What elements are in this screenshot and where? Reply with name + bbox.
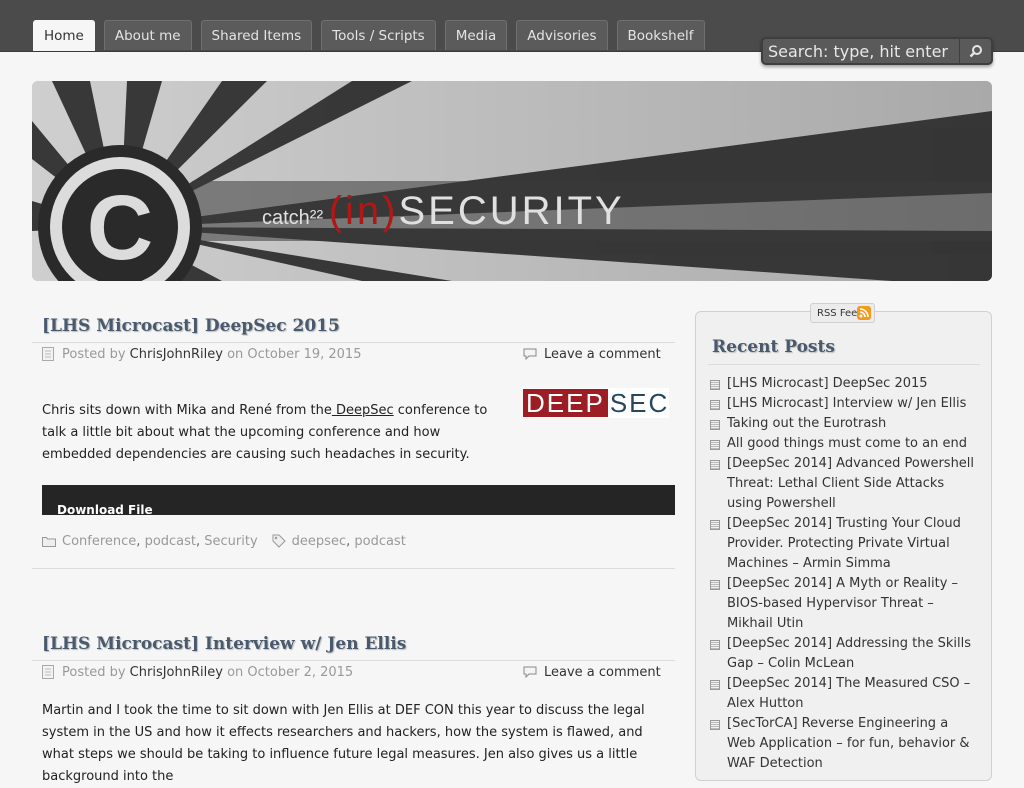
post-title-rule <box>32 342 675 343</box>
recent-post-item: [DeepSec 2014] Trusting Your Cloud Provi… <box>710 514 975 574</box>
post-meta: Posted by ChrisJohnRiley on October 19, … <box>42 345 361 363</box>
bullet-icon <box>710 460 720 470</box>
recent-post-item: [SecTorCA] Reverse Engineering a Web App… <box>710 714 975 774</box>
post-divider <box>32 568 675 569</box>
deepsec-logo-left: DEEP <box>523 389 608 417</box>
post-article: [LHS Microcast] DeepSec 2015 <box>42 316 675 336</box>
post-excerpt: Martin and I took the time to sit down w… <box>42 703 645 784</box>
category-link[interactable]: podcast <box>145 534 196 549</box>
recent-post-link[interactable]: [DeepSec 2014] Trusting Your Cloud Provi… <box>727 516 961 571</box>
deepsec-logo-right: SEC <box>609 388 670 418</box>
tab-tools-scripts[interactable]: Tools / Scripts <box>321 20 436 50</box>
recent-post-link[interactable]: [LHS Microcast] DeepSec 2015 <box>727 376 928 391</box>
tab-shared-items[interactable]: Shared Items <box>200 20 313 50</box>
recent-post-item: [LHS Microcast] Interview w/ Jen Ellis <box>710 394 975 414</box>
bullet-icon <box>710 680 720 690</box>
leave-comment-link[interactable]: Leave a comment <box>544 665 661 680</box>
tab-about-me[interactable]: About me <box>103 20 192 50</box>
post-article: [LHS Microcast] Interview w/ Jen Ellis <box>42 634 675 654</box>
bullet-icon <box>710 440 720 450</box>
post-excerpt: Chris sits down with Mika and René from … <box>42 400 504 466</box>
post-author-link[interactable]: ChrisJohnRiley <box>130 665 223 680</box>
recent-post-item: All good things must come to an end <box>710 434 975 454</box>
post-title[interactable]: [LHS Microcast] Interview w/ Jen Ellis <box>42 634 675 654</box>
recent-post-link[interactable]: [SecTorCA] Reverse Engineering a Web App… <box>727 716 970 771</box>
post-date: October 19, 2015 <box>247 346 362 362</box>
bullet-icon <box>710 640 720 650</box>
search-box <box>761 37 993 65</box>
recent-posts-list: [LHS Microcast] DeepSec 2015 [LHS Microc… <box>710 374 975 774</box>
post-date: October 2, 2015 <box>247 664 354 680</box>
post-title[interactable]: [LHS Microcast] DeepSec 2015 <box>42 316 675 336</box>
tag-icon <box>272 534 286 548</box>
tab-media[interactable]: Media <box>444 20 508 50</box>
post-author-link[interactable]: ChrisJohnRiley <box>130 347 223 362</box>
deepsec-link[interactable]: DeepSec <box>332 403 394 418</box>
leave-comment-link[interactable]: Leave a comment <box>544 347 661 362</box>
recent-post-item: [LHS Microcast] DeepSec 2015 <box>710 374 975 394</box>
bullet-icon <box>710 380 720 390</box>
category-link[interactable]: Security <box>204 534 257 549</box>
bullet-icon <box>710 580 720 590</box>
recent-post-link[interactable]: [DeepSec 2014] The Measured CSO – Alex H… <box>727 676 970 711</box>
bullet-icon <box>710 520 720 530</box>
tab-home[interactable]: Home <box>33 20 95 51</box>
tag-link[interactable]: deepsec <box>292 534 346 549</box>
category-link[interactable]: Conference <box>62 534 136 549</box>
search-icon <box>969 45 982 58</box>
deepsec-logo-image: DEEP SEC <box>523 388 669 418</box>
bullet-icon <box>710 720 720 730</box>
recent-post-link[interactable]: [DeepSec 2014] A Myth or Reality – BIOS-… <box>727 576 958 631</box>
date-prefix: on <box>227 664 244 680</box>
posted-by-prefix: Posted by <box>62 664 126 680</box>
document-icon <box>42 347 54 361</box>
post-title-rule <box>32 660 675 661</box>
folder-icon <box>42 536 56 547</box>
document-icon <box>42 665 54 679</box>
comment-icon <box>523 348 537 360</box>
download-file-bar[interactable]: Download File <box>42 485 675 517</box>
search-input[interactable] <box>763 39 964 63</box>
comment-icon <box>523 666 537 678</box>
posted-by-prefix: Posted by <box>62 346 126 362</box>
rss-icon <box>857 306 871 320</box>
recent-post-link[interactable]: [DeepSec 2014] Addressing the Skills Gap… <box>727 636 971 671</box>
logo-letter: C <box>87 177 153 279</box>
download-file-label: Download File <box>57 503 153 517</box>
nav-tabs: Home About me Shared Items Tools / Scrip… <box>33 20 714 51</box>
recent-post-link[interactable]: Taking out the Eurotrash <box>727 416 886 431</box>
tab-advisories[interactable]: Advisories <box>516 20 608 50</box>
tag-link[interactable]: podcast <box>354 534 405 549</box>
recent-post-link[interactable]: [LHS Microcast] Interview w/ Jen Ellis <box>727 396 966 411</box>
recent-post-item: [DeepSec 2014] The Measured CSO – Alex H… <box>710 674 975 714</box>
recent-post-item: [DeepSec 2014] Addressing the Skills Gap… <box>710 634 975 674</box>
recent-post-item: Taking out the Eurotrash <box>710 414 975 434</box>
site-header-banner[interactable]: C catch²² (in)SECURITY <box>32 81 992 281</box>
search-button[interactable] <box>959 39 991 63</box>
banner-logo-text: catch²² (in)SECURITY <box>262 189 625 233</box>
rss-feed-button[interactable]: RSS Feed <box>810 303 875 323</box>
bullet-icon <box>710 420 720 430</box>
recent-post-link[interactable]: All good things must come to an end <box>727 436 967 451</box>
tab-bookshelf[interactable]: Bookshelf <box>616 20 705 50</box>
banner-artwork: C <box>32 81 992 281</box>
recent-post-item: [DeepSec 2014] A Myth or Reality – BIOS-… <box>710 574 975 634</box>
date-prefix: on <box>227 346 244 362</box>
recent-post-link[interactable]: [DeepSec 2014] Advanced Powershell Threa… <box>727 456 974 511</box>
post-meta: Posted by ChrisJohnRiley on October 2, 2… <box>42 663 353 681</box>
recent-posts-rule <box>708 364 980 365</box>
post-text-start: Chris sits down with Mika and René from … <box>42 403 332 418</box>
recent-posts-heading: Recent Posts <box>712 337 835 357</box>
bullet-icon <box>710 400 720 410</box>
post-categories: Conference, podcast, Security deepsec, p… <box>42 532 406 550</box>
recent-post-item: [DeepSec 2014] Advanced Powershell Threa… <box>710 454 975 514</box>
